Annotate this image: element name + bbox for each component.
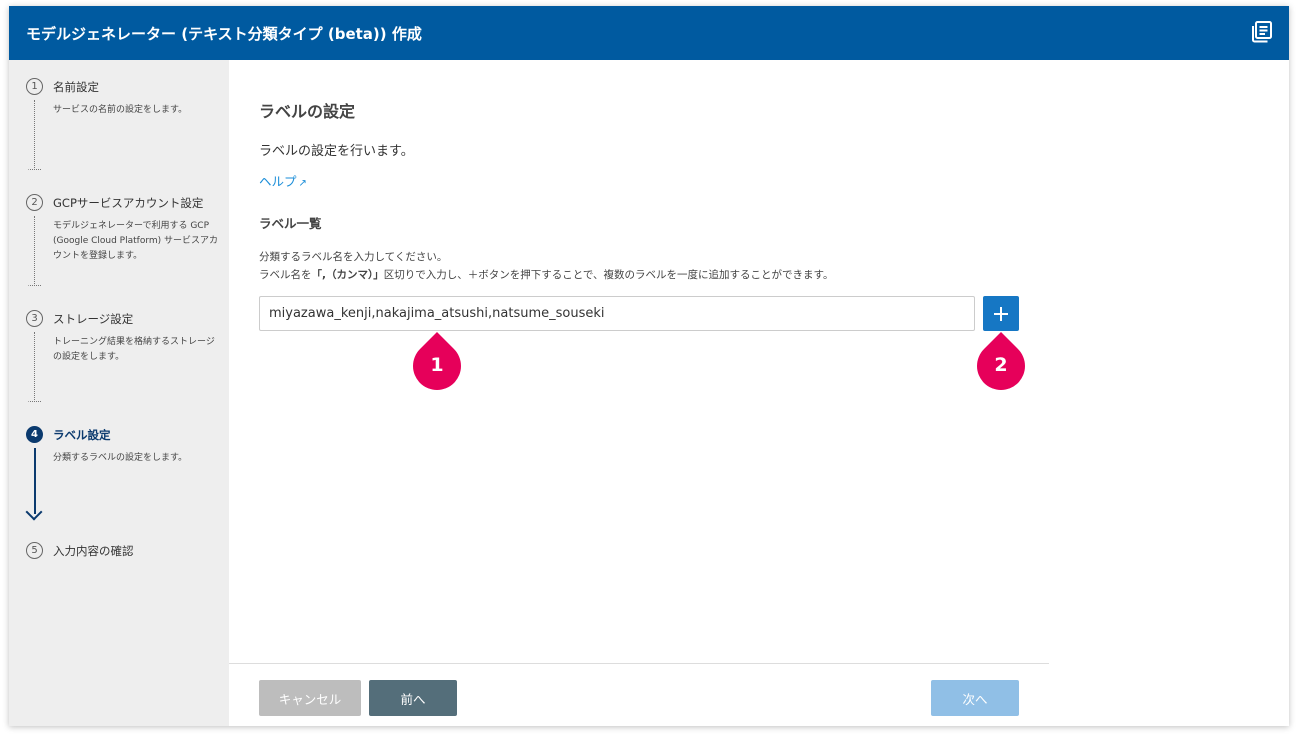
step-description: サービスの名前の設定をします。 xyxy=(53,105,188,115)
label-input[interactable] xyxy=(259,296,975,331)
callout-number: 2 xyxy=(994,354,1008,376)
instruction-suffix: 区切りで入力し、＋ボタンを押下することで、複数のラベルを一度に追加することができ… xyxy=(383,269,834,281)
step-sidebar: 1 名前設定 サービスの名前の設定をします。 2 GCPサービスアカウント設定 … xyxy=(9,60,229,726)
dialog-window: モデルジェネレーター (テキスト分類タイプ (beta)) 作成 1 名前設定 … xyxy=(9,6,1289,726)
window-title: モデルジェネレーター (テキスト分類タイプ (beta)) 作成 xyxy=(26,25,422,43)
step-connector xyxy=(34,216,35,286)
instruction-prefix: ラベル名を xyxy=(259,269,312,281)
arrow-down-icon xyxy=(25,503,43,521)
step-title: GCPサービスアカウント設定 xyxy=(53,196,204,210)
step-description: トレーニング結果を格納するストレージの設定をします。 xyxy=(53,337,215,362)
step-description: モデルジェネレーターで利用する GCP (Google Cloud Platfo… xyxy=(53,221,219,261)
document-list-icon[interactable] xyxy=(1251,21,1273,43)
step-connector xyxy=(34,100,35,170)
step-connector-end xyxy=(28,278,41,286)
section-title: ラベル一覧 xyxy=(259,216,322,231)
step-connector-end xyxy=(28,162,41,170)
add-label-button[interactable] xyxy=(983,296,1019,331)
intro-text: ラベルの設定を行います。 xyxy=(259,144,414,159)
step-number: 5 xyxy=(26,542,43,559)
step-title: 名前設定 xyxy=(53,80,99,94)
step-description: 分類するラベルの設定をします。 xyxy=(53,453,188,463)
cancel-button[interactable]: キャンセル xyxy=(259,680,361,716)
step-number: 3 xyxy=(26,310,43,327)
title-bar: モデルジェネレーター (テキスト分類タイプ (beta)) 作成 xyxy=(9,6,1289,60)
step-number: 2 xyxy=(26,194,43,211)
step-connector xyxy=(34,332,35,402)
page-title: ラベルの設定 xyxy=(259,102,356,121)
step-title: ストレージ設定 xyxy=(53,312,134,326)
step-number: 1 xyxy=(26,78,43,95)
previous-button[interactable]: 前へ xyxy=(369,680,457,716)
instruction-emphasis: 「,（カンマ）」 xyxy=(311,269,384,281)
help-link-label: ヘルプ xyxy=(259,174,297,189)
callout-number: 1 xyxy=(430,354,444,376)
help-link[interactable]: ヘルプ ↗︎ xyxy=(259,171,307,190)
callout-marker-1: 1 xyxy=(403,332,471,400)
step-number: 4 xyxy=(26,426,43,443)
instruction-line-2: ラベル名を「,（カンマ）」区切りで入力し、＋ボタンを押下することで、複数のラベル… xyxy=(259,267,833,282)
footer-divider xyxy=(229,663,1049,664)
next-button[interactable]: 次へ xyxy=(931,680,1019,716)
step-title: ラベル設定 xyxy=(53,428,111,442)
step-connector-end xyxy=(28,394,41,402)
plus-icon-vertical xyxy=(1000,307,1002,321)
instruction-line-1: 分類するラベル名を入力してください。 xyxy=(259,251,448,263)
main-content: ラベルの設定 ラベルの設定を行います。 ヘルプ ↗︎ ラベル一覧 分類するラベル名… xyxy=(229,60,1289,726)
step-title: 入力内容の確認 xyxy=(53,544,134,558)
external-link-icon: ↗︎ xyxy=(298,178,307,189)
callout-marker-2: 2 xyxy=(967,332,1035,400)
